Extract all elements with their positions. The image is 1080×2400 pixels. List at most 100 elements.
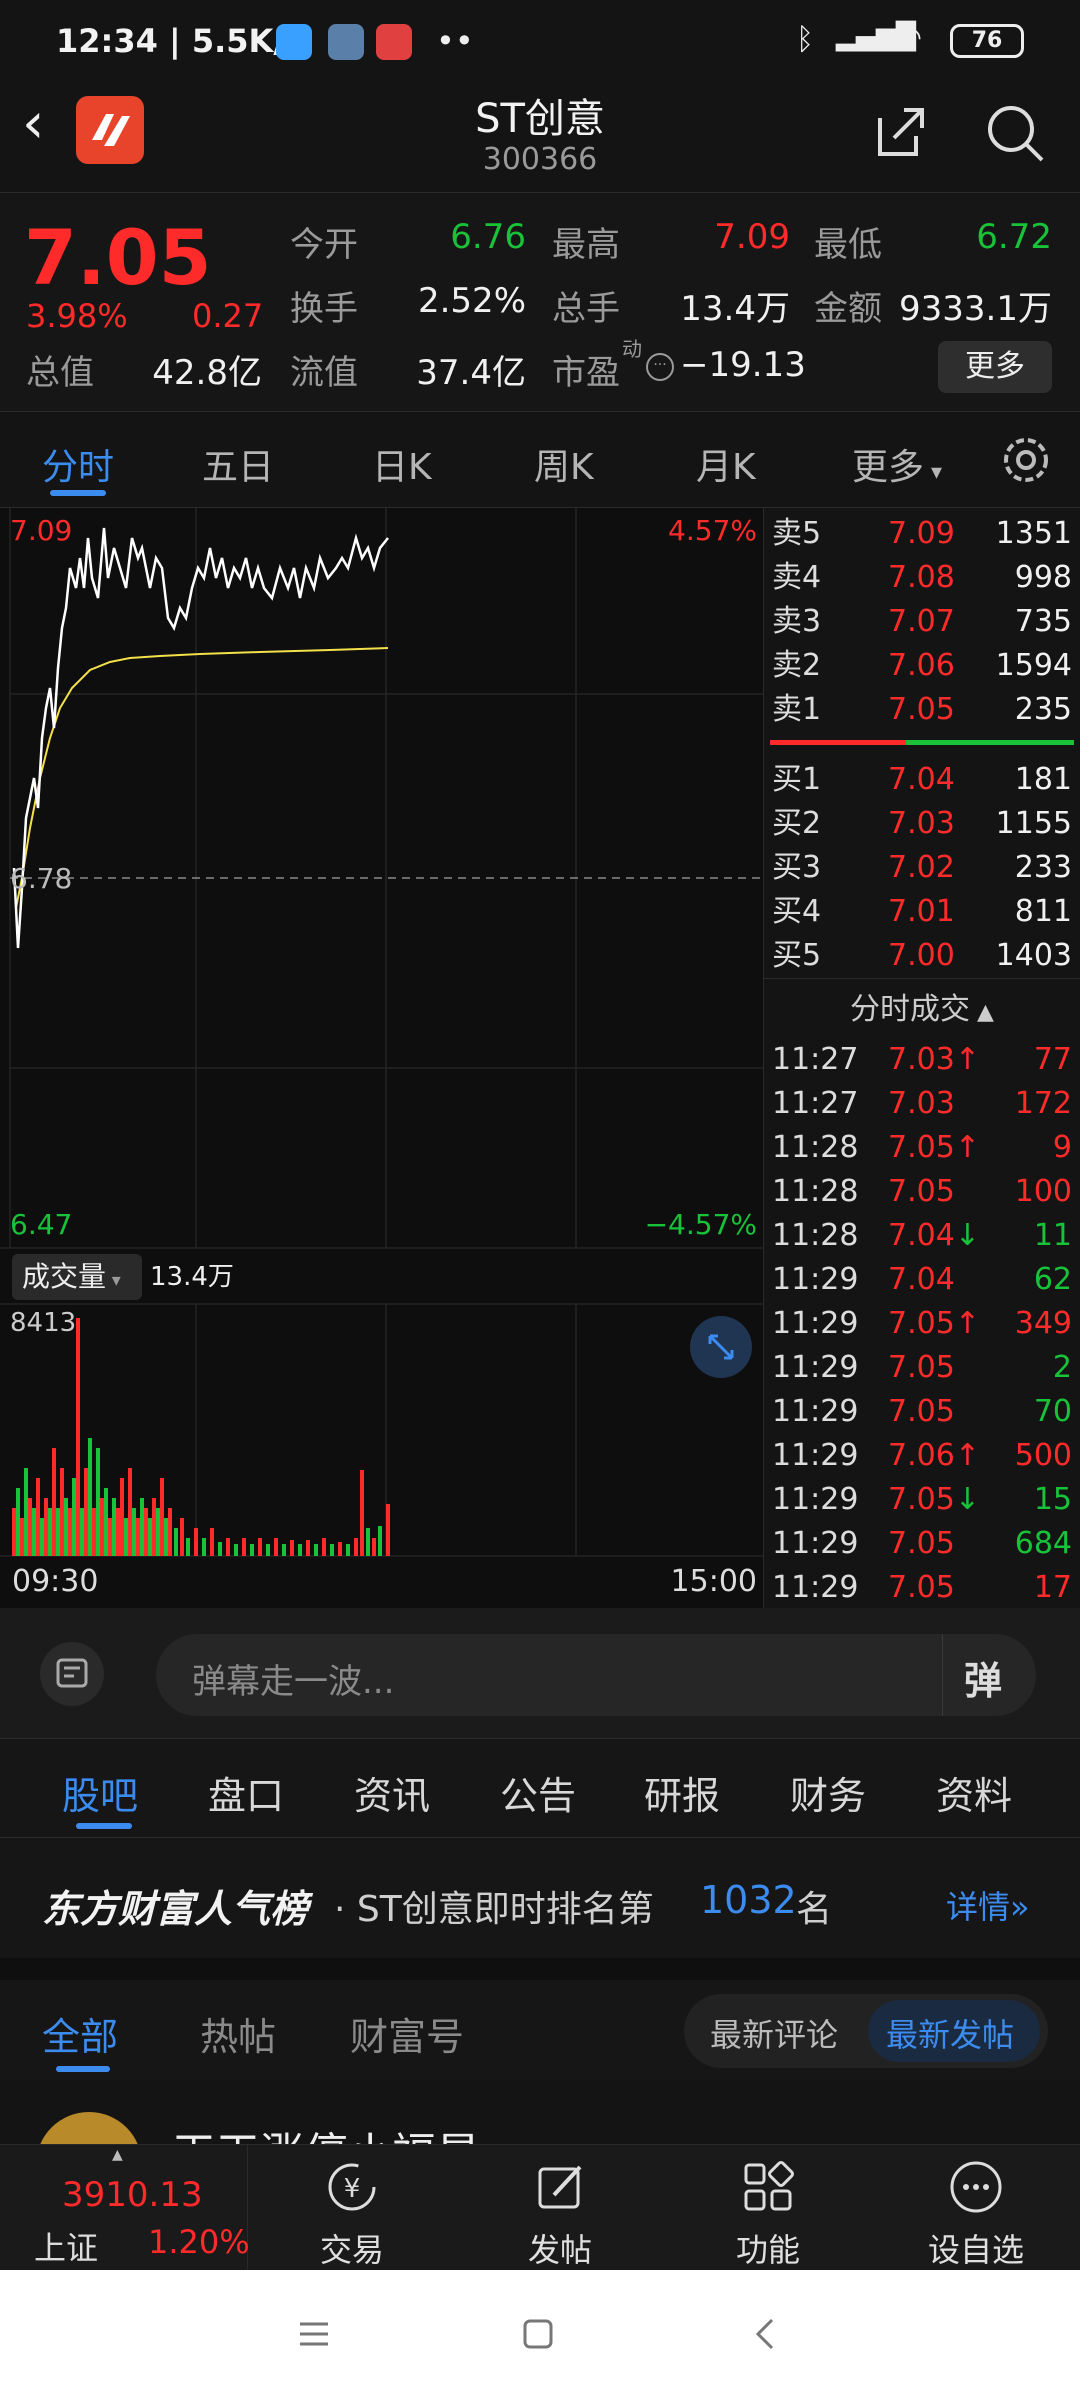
tab-five-day[interactable]: 五日	[202, 438, 274, 490]
open-label: 今开	[290, 225, 358, 265]
app-notification-icon	[276, 24, 312, 60]
ask-volume: 1351	[995, 516, 1072, 551]
tick-price: 7.05	[888, 1390, 955, 1434]
search-icon[interactable]	[984, 102, 1046, 168]
index-ticker[interactable]: ▲ 3910.13 上证 1.20%	[0, 2145, 250, 2271]
tick-row: 11:28 7.04↓ 11	[764, 1214, 1080, 1258]
tab-news[interactable]: 资讯	[354, 1765, 430, 1820]
details-label: 详情	[946, 1888, 1011, 1926]
index-change: 1.20%	[148, 2223, 250, 2261]
chart-low-price: 6.47	[10, 1208, 73, 1241]
danmaku-input[interactable]: 弹幕走一波... 弹	[156, 1634, 1036, 1716]
intraday-chart[interactable]: 7.09 4.57% 6.78 6.47 −4.57% 成交量 ▾ 13.4万 …	[0, 508, 764, 1608]
tick-direction-icon: ↑	[954, 1438, 980, 1473]
tick-price: 7.05	[888, 1522, 955, 1566]
post-author[interactable]: 天天涨停小福星	[172, 2118, 480, 2144]
tick-row: 11:29 7.05 17	[764, 1566, 1080, 1610]
chart-canvas	[0, 508, 764, 1557]
sort-latest-comment[interactable]: 最新评论	[710, 2010, 838, 2056]
nav-add-watchlist[interactable]: 设自选	[896, 2145, 1056, 2271]
nav-functions-label: 功能	[735, 2231, 800, 2269]
sort-latest-post[interactable]: 最新发帖	[886, 2010, 1014, 2056]
nav-trade[interactable]: ¥ 交易	[272, 2145, 432, 2271]
tab-guba[interactable]: 股吧	[62, 1765, 138, 1820]
ask-row: 卖2 7.06 1594	[764, 644, 1080, 688]
chart-settings-icon[interactable]	[1000, 434, 1052, 490]
nav-post[interactable]: 发帖	[480, 2145, 640, 2271]
bid-price: 7.01	[888, 894, 955, 929]
ask-price: 7.09	[888, 516, 955, 551]
tab-monthly-k[interactable]: 月K	[696, 438, 756, 490]
bottom-navigation: ▲ 3910.13 上证 1.20% ¥ 交易 发帖 功能 设自选	[0, 2144, 1080, 2271]
tab-intraday[interactable]: 分时	[42, 438, 114, 490]
danmaku-toggle-icon[interactable]: 弹	[964, 1650, 1002, 1705]
high-value: 7.09	[714, 217, 790, 257]
bid-label: 买4	[772, 894, 822, 929]
high-label: 最高	[552, 225, 620, 265]
rank-details-link[interactable]: 详情»	[946, 1882, 1030, 1928]
tab-fortune-account[interactable]: 财富号	[350, 2006, 464, 2061]
info-icon[interactable]: ···	[646, 353, 674, 381]
volume-indicator-label: 成交量	[22, 1260, 107, 1293]
tick-row: 11:29 7.06↑ 500	[764, 1434, 1080, 1478]
tick-price-value: 7.05	[888, 1526, 955, 1561]
chart-high-pct: 4.57%	[668, 514, 757, 547]
tab-hot-posts[interactable]: 热帖	[200, 2006, 276, 2061]
float-value: 37.4亿	[416, 353, 526, 393]
bid-label: 买3	[772, 850, 822, 885]
tick-time: 11:27	[772, 1042, 859, 1077]
tick-volume: 77	[1033, 1042, 1072, 1077]
ticks-toggle[interactable]: 分时成交 ▲	[764, 982, 1080, 1041]
back-nav-icon[interactable]	[748, 2316, 784, 2356]
bid-volume: 1403	[995, 938, 1072, 973]
tick-volume: 62	[1033, 1262, 1072, 1297]
ticks-title: 分时成交	[850, 992, 971, 1027]
tab-all-posts[interactable]: 全部	[42, 2006, 118, 2061]
volume-indicator-selector[interactable]: 成交量 ▾	[12, 1254, 142, 1300]
danmaku-list-icon[interactable]	[40, 1642, 104, 1706]
time-end: 15:00	[670, 1564, 757, 1599]
share-icon[interactable]	[872, 104, 928, 164]
bid-volume: 1155	[995, 806, 1072, 841]
tick-time: 11:28	[772, 1130, 859, 1165]
ask-row: 卖1 7.05 235	[764, 688, 1080, 732]
tick-time: 11:29	[772, 1482, 859, 1517]
expand-chart-icon[interactable]	[690, 1316, 752, 1378]
tab-finance[interactable]: 财务	[790, 1765, 866, 1820]
bid-volume: 811	[1014, 894, 1072, 929]
more-button[interactable]: 更多	[938, 341, 1052, 393]
ask-row: 卖5 7.09 1351	[764, 512, 1080, 556]
pe-label: 市盈	[552, 353, 620, 393]
tab-profile[interactable]: 资料	[936, 1765, 1012, 1820]
last-price: 7.05	[24, 213, 212, 302]
ask-row: 卖3 7.07 735	[764, 600, 1080, 644]
tick-direction-icon: ↓	[954, 1482, 980, 1517]
status-time: 12:34 | 5.5K/s	[56, 22, 305, 60]
tick-price-value: 7.04	[888, 1262, 955, 1297]
tick-price: 7.03↑	[888, 1038, 980, 1082]
avatar[interactable]	[36, 2112, 142, 2144]
tab-announcements[interactable]: 公告	[500, 1765, 576, 1820]
bid-price: 7.03	[888, 806, 955, 841]
bluetooth-icon: ᛒ	[796, 22, 814, 57]
stock-header: ‹ ST创意 300366	[0, 86, 1080, 192]
tick-price: 7.06↑	[888, 1434, 980, 1478]
tick-price: 7.05	[888, 1566, 955, 1610]
tab-research[interactable]: 研报	[644, 1765, 720, 1820]
popularity-rank-banner[interactable]: 东方财富人气榜 · ST创意即时排名第 1032 名 详情»	[0, 1838, 1080, 1958]
home-icon[interactable]	[520, 2316, 556, 2356]
tick-time: 11:28	[772, 1218, 859, 1253]
ask-volume: 1594	[995, 648, 1072, 683]
tab-daily-k[interactable]: 日K	[372, 438, 432, 490]
turnover-value: 2.52%	[417, 281, 526, 321]
tick-price-value: 7.05	[888, 1130, 955, 1165]
tab-more[interactable]: 更多 ▾	[852, 438, 942, 490]
time-start: 09:30	[12, 1564, 99, 1599]
trade-icon: ¥	[322, 2157, 382, 2221]
tab-pankou[interactable]: 盘口	[208, 1765, 284, 1820]
tab-weekly-k[interactable]: 周K	[534, 438, 594, 490]
volume-total: 13.4万	[150, 1262, 234, 1292]
buy-pressure-bar	[770, 740, 906, 745]
nav-functions[interactable]: 功能	[688, 2145, 848, 2271]
menu-icon[interactable]	[296, 2316, 332, 2356]
